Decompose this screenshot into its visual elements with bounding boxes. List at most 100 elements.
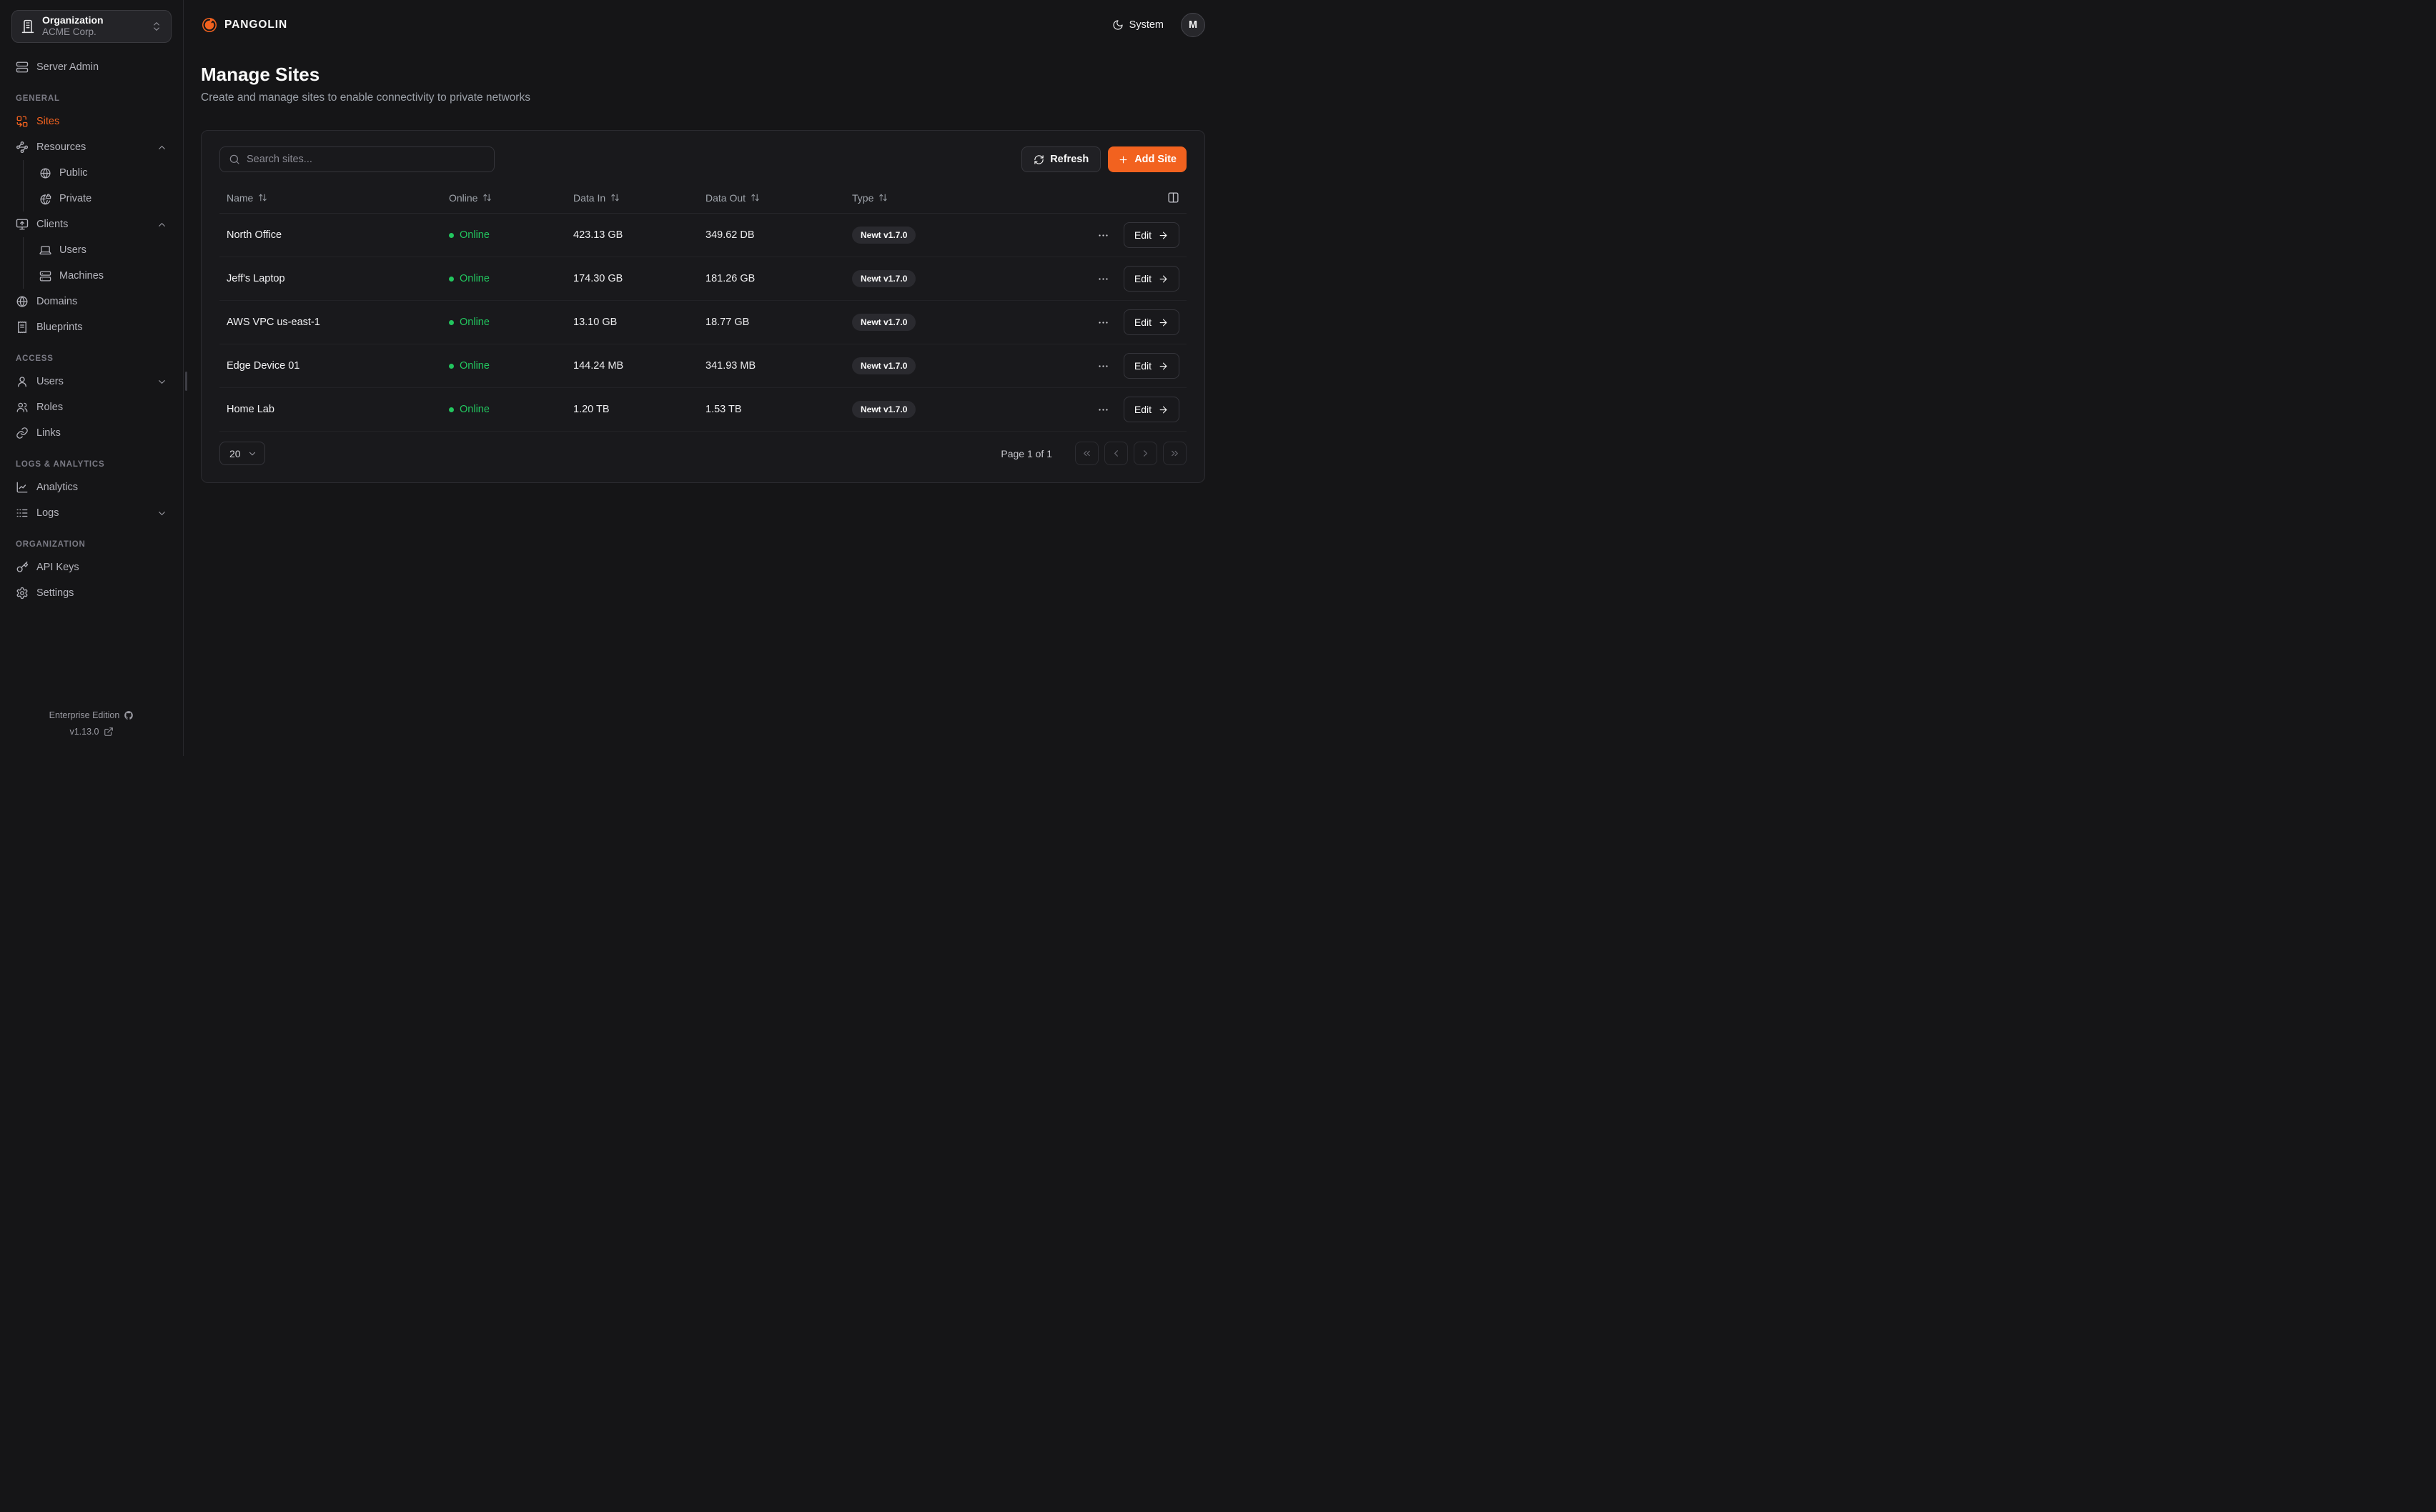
edit-label: Edit bbox=[1134, 317, 1152, 328]
sidebar-item-label: Clients bbox=[36, 219, 68, 230]
edit-button[interactable]: Edit bbox=[1124, 309, 1179, 335]
first-page-button[interactable] bbox=[1075, 442, 1099, 465]
table-row: Edge Device 01 Online 144.24 MB 341.93 M… bbox=[219, 344, 1187, 388]
sidebar-item-machines[interactable]: Machines bbox=[32, 263, 174, 289]
edition-line[interactable]: Enterprise Edition bbox=[0, 710, 183, 720]
column-header-online[interactable]: Online bbox=[442, 192, 566, 204]
row-actions: Edit bbox=[1058, 222, 1187, 248]
version-line[interactable]: v1.13.0 bbox=[0, 727, 183, 737]
site-data-in: 144.24 MB bbox=[566, 360, 698, 372]
site-data-out: 18.77 GB bbox=[698, 317, 845, 328]
sidebar-item-resources[interactable]: Resources bbox=[9, 134, 174, 160]
site-type: Newt v1.7.0 bbox=[845, 357, 1058, 374]
sidebar-item-label: Sites bbox=[36, 116, 59, 127]
key-icon bbox=[16, 561, 29, 574]
arrow-right-icon bbox=[1158, 230, 1169, 241]
online-dot bbox=[449, 233, 454, 238]
next-page-button[interactable] bbox=[1134, 442, 1157, 465]
edit-label: Edit bbox=[1134, 360, 1152, 372]
edit-button[interactable]: Edit bbox=[1124, 397, 1179, 422]
sidebar-item-private[interactable]: Private bbox=[32, 186, 174, 212]
theme-toggle[interactable]: System bbox=[1112, 19, 1164, 31]
site-data-in: 1.20 TB bbox=[566, 404, 698, 415]
sidebar-item-public[interactable]: Public bbox=[32, 160, 174, 186]
columns-toggle-icon[interactable] bbox=[1167, 192, 1179, 204]
edit-button[interactable]: Edit bbox=[1124, 266, 1179, 292]
sidebar-item-label: Users bbox=[59, 244, 86, 256]
app-root: Organization ACME Corp. Server Admin GEN… bbox=[0, 0, 1218, 756]
site-name: Edge Device 01 bbox=[219, 360, 442, 372]
sidebar-item-analytics[interactable]: Analytics bbox=[9, 474, 174, 500]
site-data-in: 423.13 GB bbox=[566, 229, 698, 241]
version-label: v1.13.0 bbox=[69, 727, 99, 737]
sidebar-item-label: Settings bbox=[36, 587, 74, 599]
organization-value: ACME Corp. bbox=[42, 26, 144, 39]
edit-button[interactable]: Edit bbox=[1124, 353, 1179, 379]
pagination: 20 Page 1 of 1 bbox=[219, 442, 1187, 465]
search-input[interactable] bbox=[247, 154, 485, 165]
sidebar-item-domains[interactable]: Domains bbox=[9, 289, 174, 314]
sidebar-item-label: Resources bbox=[36, 141, 86, 153]
sidebar-item-client-users[interactable]: Users bbox=[32, 237, 174, 263]
row-menu-button[interactable] bbox=[1093, 401, 1114, 419]
prev-page-button[interactable] bbox=[1104, 442, 1128, 465]
chevron-up-icon[interactable] bbox=[157, 142, 167, 153]
building-icon bbox=[21, 19, 35, 34]
brand[interactable]: PANGOLIN bbox=[201, 16, 287, 34]
globe-icon bbox=[16, 295, 29, 308]
organization-selector[interactable]: Organization ACME Corp. bbox=[11, 10, 172, 43]
sidebar-item-label: Machines bbox=[59, 270, 104, 282]
sidebar-item-links[interactable]: Links bbox=[9, 420, 174, 446]
chevrons-up-down-icon bbox=[151, 21, 162, 32]
page-subtitle: Create and manage sites to enable connec… bbox=[201, 91, 1205, 104]
section-header-general: GENERAL bbox=[16, 94, 167, 103]
avatar-initial: M bbox=[1189, 19, 1197, 31]
sidebar-footer: Enterprise Edition v1.13.0 bbox=[0, 700, 183, 756]
chevron-down-icon[interactable] bbox=[157, 377, 167, 387]
column-header-data-out[interactable]: Data Out bbox=[698, 192, 845, 204]
site-type: Newt v1.7.0 bbox=[845, 314, 1058, 331]
row-actions: Edit bbox=[1058, 353, 1187, 379]
type-badge: Newt v1.7.0 bbox=[852, 227, 916, 244]
column-header-data-in[interactable]: Data In bbox=[566, 192, 698, 204]
sidebar-item-server-admin[interactable]: Server Admin bbox=[9, 54, 174, 80]
column-header-name[interactable]: Name bbox=[219, 192, 442, 204]
sidebar-item-blueprints[interactable]: Blueprints bbox=[9, 314, 174, 340]
row-menu-button[interactable] bbox=[1093, 227, 1114, 244]
column-header-type[interactable]: Type bbox=[845, 192, 1058, 204]
sidebar-item-logs[interactable]: Logs bbox=[9, 500, 174, 526]
row-menu-button[interactable] bbox=[1093, 357, 1114, 375]
refresh-button[interactable]: Refresh bbox=[1021, 146, 1101, 172]
topbar-right: System M bbox=[1112, 13, 1205, 37]
chevron-down-icon[interactable] bbox=[157, 508, 167, 519]
topbar: PANGOLIN System M bbox=[201, 0, 1205, 50]
site-data-in: 174.30 GB bbox=[566, 273, 698, 284]
row-menu-button[interactable] bbox=[1093, 314, 1114, 332]
ellipsis-icon bbox=[1097, 404, 1109, 416]
status-text: Online bbox=[460, 317, 490, 328]
moon-icon bbox=[1112, 19, 1124, 31]
sidebar-item-roles[interactable]: Roles bbox=[9, 394, 174, 420]
edit-button[interactable]: Edit bbox=[1124, 222, 1179, 248]
last-page-button[interactable] bbox=[1163, 442, 1187, 465]
sidebar-item-users[interactable]: Users bbox=[9, 369, 174, 394]
avatar[interactable]: M bbox=[1181, 13, 1205, 37]
page-size-select[interactable]: 20 bbox=[219, 442, 265, 465]
online-dot bbox=[449, 407, 454, 412]
sort-icon bbox=[751, 193, 760, 202]
sidebar-item-label: Server Admin bbox=[36, 61, 99, 73]
sidebar-item-settings[interactable]: Settings bbox=[9, 580, 174, 606]
row-menu-button[interactable] bbox=[1093, 270, 1114, 288]
sidebar-item-sites[interactable]: Sites bbox=[9, 109, 174, 134]
add-site-button[interactable]: Add Site bbox=[1108, 146, 1187, 172]
site-type: Newt v1.7.0 bbox=[845, 401, 1058, 418]
add-site-label: Add Site bbox=[1134, 154, 1177, 165]
status-text: Online bbox=[460, 273, 490, 284]
chevron-up-icon[interactable] bbox=[157, 219, 167, 230]
table-row: North Office Online 423.13 GB 349.62 DB … bbox=[219, 214, 1187, 257]
sidebar-item-clients[interactable]: Clients bbox=[9, 212, 174, 237]
site-name: North Office bbox=[219, 229, 442, 241]
sidebar-item-api-keys[interactable]: API Keys bbox=[9, 554, 174, 580]
server-icon bbox=[39, 270, 51, 282]
scrollbar-thumb[interactable] bbox=[185, 372, 187, 391]
